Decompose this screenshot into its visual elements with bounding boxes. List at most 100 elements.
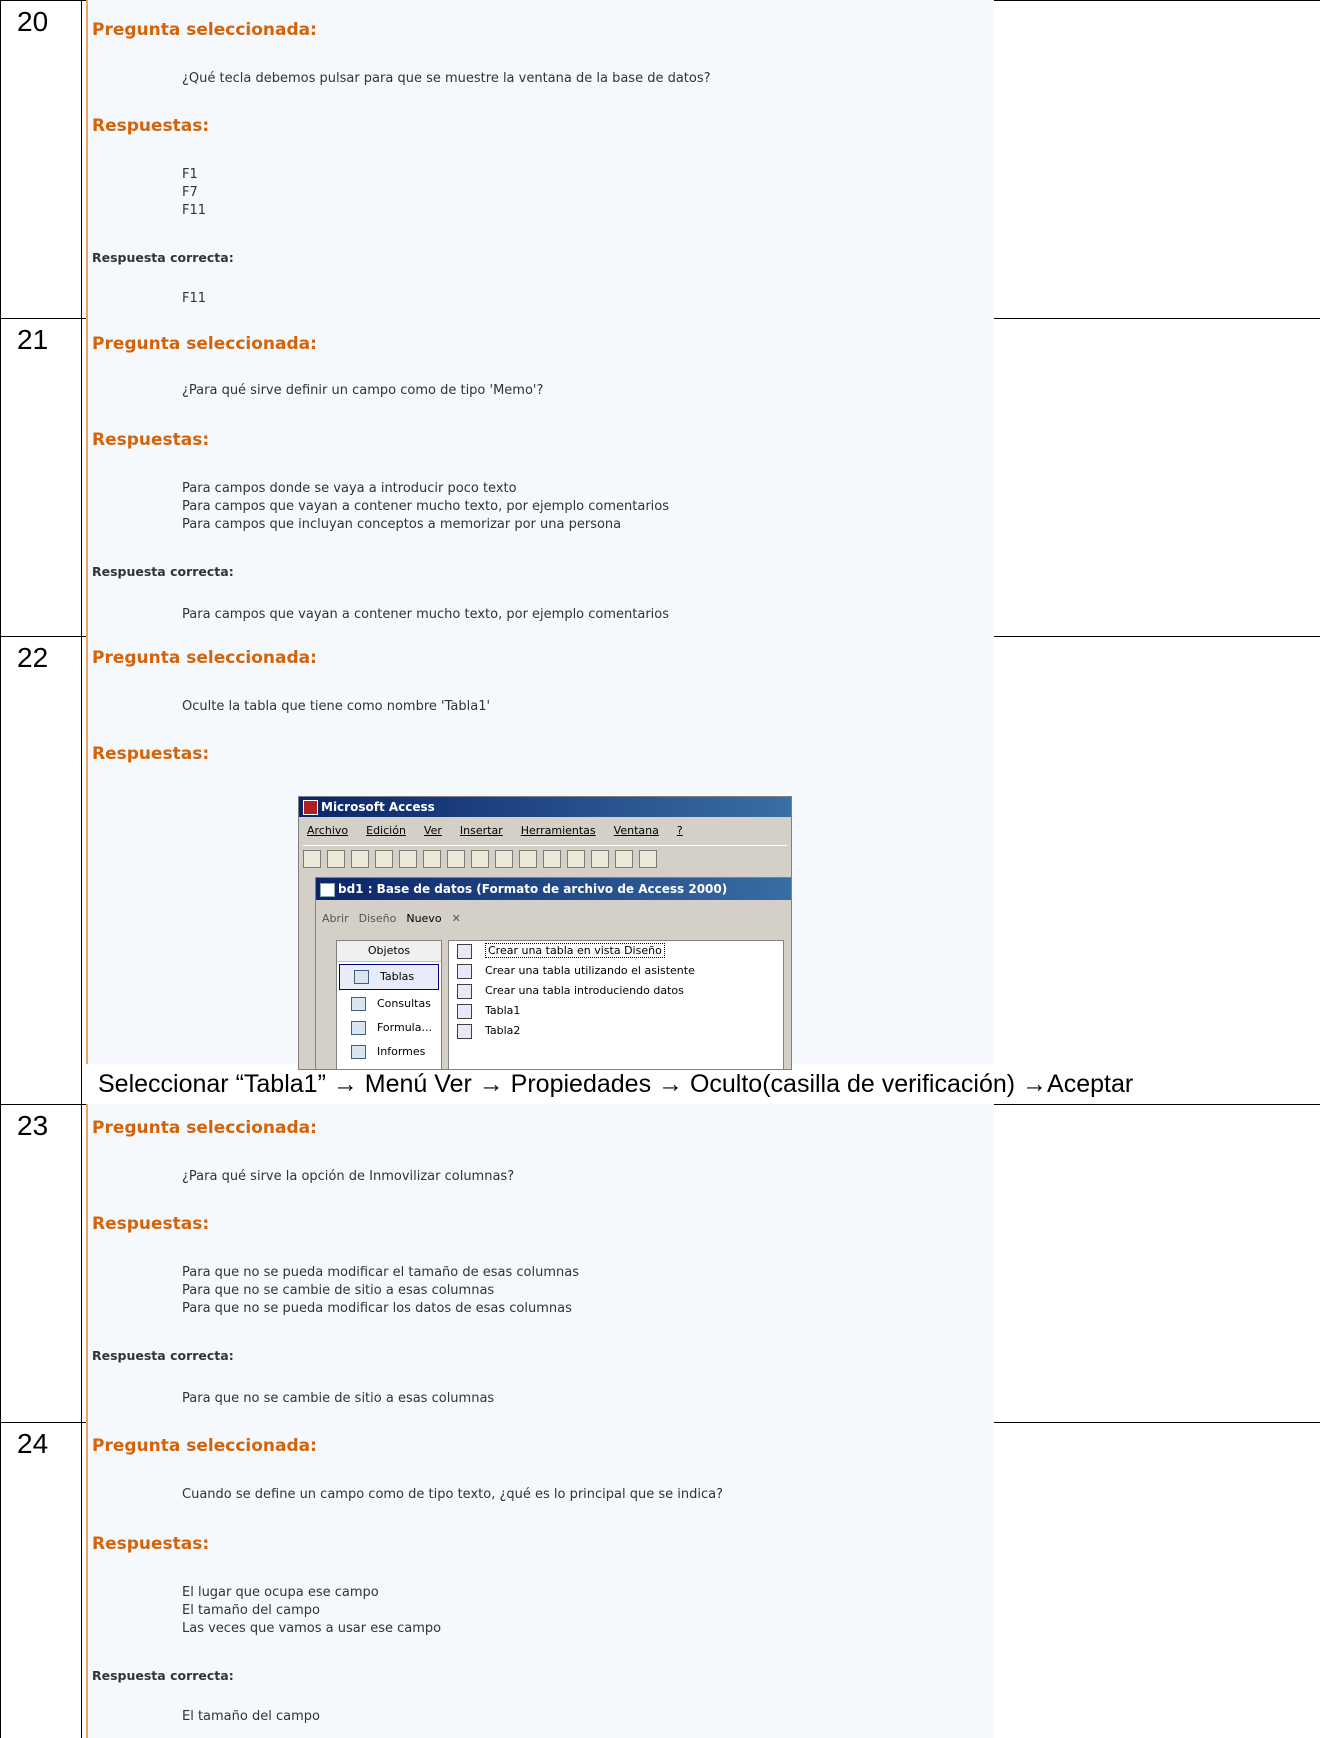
answer-option: Para campos donde se vaya a introducir p… xyxy=(182,481,517,496)
menu-ventana[interactable]: Ventana xyxy=(614,821,659,841)
answer-option: Para que no se cambie de sitio a esas co… xyxy=(182,1283,495,1298)
question-number-cell: 24 xyxy=(0,1422,82,1738)
delete-icon[interactable]: ✕ xyxy=(452,912,461,925)
question-number: 20 xyxy=(17,6,49,37)
tables-list: Crear una tabla en vista Diseño Crear un… xyxy=(448,940,784,1069)
spellcheck-icon[interactable] xyxy=(447,850,465,868)
question-number-cell: 22 xyxy=(0,636,82,1104)
menu-insertar[interactable]: Insertar xyxy=(460,821,503,841)
pregunta-label: Pregunta seleccionada: xyxy=(92,1118,317,1138)
answer-option: Para que no se pueda modificar los datos… xyxy=(182,1301,572,1316)
question-number-cell: 23 xyxy=(0,1104,82,1422)
list-item[interactable]: Tabla2 xyxy=(449,1021,783,1041)
correct-label: Respuesta correcta: xyxy=(92,250,234,265)
object-tablas[interactable]: Tablas xyxy=(339,964,439,990)
question-text: Cuando se define un campo como de tipo t… xyxy=(182,1487,723,1502)
question-text: Oculte la tabla que tiene como nombre 'T… xyxy=(182,699,491,714)
objects-pane: Objetos Tablas Consultas Formula... Info… xyxy=(336,940,442,1069)
answer-option: Las veces que vamos a usar ese campo xyxy=(182,1621,442,1636)
paste-icon[interactable] xyxy=(519,850,537,868)
design-button[interactable]: Diseño xyxy=(359,912,397,925)
respuestas-label: Respuestas: xyxy=(92,430,210,450)
object-consultas[interactable]: Consultas xyxy=(337,992,441,1016)
database-title-bar: bd1 : Base de datos (Formato de archivo … xyxy=(316,878,791,900)
question-number-cell: 21 xyxy=(0,318,82,636)
database-window: bd1 : Base de datos (Formato de archivo … xyxy=(315,877,791,1069)
question-number-cell: 20 xyxy=(0,0,82,318)
question-number: 22 xyxy=(17,642,49,673)
objects-header: Objetos xyxy=(337,941,441,962)
correct-answer: Para que no se cambie de sitio a esas co… xyxy=(182,1391,495,1406)
object-formularios[interactable]: Formula... xyxy=(337,1016,441,1040)
question-block-21: 21 Pregunta seleccionada: ¿Para qué sirv… xyxy=(0,318,1320,636)
correct-answer: El tamaño del campo xyxy=(182,1709,320,1724)
database-title: bd1 : Base de datos (Formato de archivo … xyxy=(338,882,728,896)
correct-label: Respuesta correcta: xyxy=(92,564,234,579)
relationships-icon[interactable] xyxy=(639,850,657,868)
open-icon[interactable] xyxy=(327,850,345,868)
open-button[interactable]: Abrir xyxy=(322,912,349,925)
links-icon[interactable] xyxy=(567,850,585,868)
question-number: 24 xyxy=(17,1428,49,1459)
question-block-24: 24 Pregunta seleccionada: Cuando se defi… xyxy=(0,1422,1320,1738)
save-icon[interactable] xyxy=(351,850,369,868)
query-icon xyxy=(351,997,366,1011)
question-panel xyxy=(86,1104,994,1422)
database-icon xyxy=(320,883,335,897)
menu-archivo[interactable]: Archivo xyxy=(307,821,348,841)
table-icon xyxy=(354,970,369,984)
access-title-bar: Microsoft Access xyxy=(299,797,791,817)
form-icon xyxy=(351,1021,366,1035)
respuestas-label: Respuestas: xyxy=(92,1214,210,1234)
list-item[interactable]: Crear una tabla introduciendo datos xyxy=(449,981,783,1001)
respuestas-label: Respuestas: xyxy=(92,116,210,136)
database-toolbar: Abrir Diseño Nuevo ✕ xyxy=(322,906,461,930)
table-icon xyxy=(457,1004,472,1019)
object-informes[interactable]: Informes xyxy=(337,1040,441,1064)
list-item[interactable]: Tabla1 xyxy=(449,1001,783,1021)
question-panel xyxy=(86,0,994,318)
copy-icon[interactable] xyxy=(495,850,513,868)
pregunta-label: Pregunta seleccionada: xyxy=(92,20,317,40)
answer-option: El lugar que ocupa ese campo xyxy=(182,1585,379,1600)
access-menu-bar: Archivo Edición Ver Insertar Herramienta… xyxy=(307,821,683,841)
analyze-icon[interactable] xyxy=(591,850,609,868)
question-block-20: 20 Pregunta seleccionada: ¿Qué tecla deb… xyxy=(0,0,1320,318)
answer-option: Para campos que vayan a contener mucho t… xyxy=(182,499,670,514)
question-text: ¿Para qué sirve la opción de Inmovilizar… xyxy=(182,1169,515,1184)
pregunta-label: Pregunta seleccionada: xyxy=(92,334,317,354)
list-item[interactable]: Crear una tabla utilizando el asistente xyxy=(449,961,783,981)
access-toolbar xyxy=(303,845,787,872)
answer-option: Para campos que incluyan conceptos a mem… xyxy=(182,517,622,532)
menu-ayuda[interactable]: ? xyxy=(677,821,683,841)
correct-answer: Para campos que vayan a contener mucho t… xyxy=(182,607,670,622)
menu-edicion[interactable]: Edición xyxy=(366,821,406,841)
respuestas-label: Respuestas: xyxy=(92,1534,210,1554)
answer-option: F7 xyxy=(182,185,198,200)
answer-option: Para que no se pueda modificar el tamaño… xyxy=(182,1265,579,1280)
report-icon xyxy=(351,1045,366,1059)
solution-steps: Seleccionar “Tabla1” → Menú Ver → Propie… xyxy=(98,1070,1134,1098)
print-icon[interactable] xyxy=(399,850,417,868)
cut-icon[interactable] xyxy=(471,850,489,868)
new-icon[interactable] xyxy=(303,850,321,868)
new-button[interactable]: Nuevo xyxy=(406,912,441,925)
question-panel xyxy=(86,1422,994,1738)
list-item[interactable]: Crear una tabla en vista Diseño xyxy=(449,941,783,961)
question-text: ¿Para qué sirve definir un campo como de… xyxy=(182,383,544,398)
question-block-23: 23 Pregunta seleccionada: ¿Para qué sirv… xyxy=(0,1104,1320,1422)
correct-label: Respuesta correcta: xyxy=(92,1668,234,1683)
wizard-icon xyxy=(457,984,472,999)
access-title: Microsoft Access xyxy=(321,800,435,814)
search-icon[interactable] xyxy=(375,850,393,868)
access-screenshot: Microsoft Access Archivo Edición Ver Ins… xyxy=(298,796,792,1070)
pregunta-label: Pregunta seleccionada: xyxy=(92,1436,317,1456)
code-icon[interactable] xyxy=(615,850,633,868)
menu-ver[interactable]: Ver xyxy=(424,821,442,841)
properties-icon[interactable] xyxy=(543,850,561,868)
preview-icon[interactable] xyxy=(423,850,441,868)
respuestas-label: Respuestas: xyxy=(92,744,210,764)
answer-option: F1 xyxy=(182,167,198,182)
menu-herramientas[interactable]: Herramientas xyxy=(521,821,596,841)
wizard-icon xyxy=(457,944,472,959)
